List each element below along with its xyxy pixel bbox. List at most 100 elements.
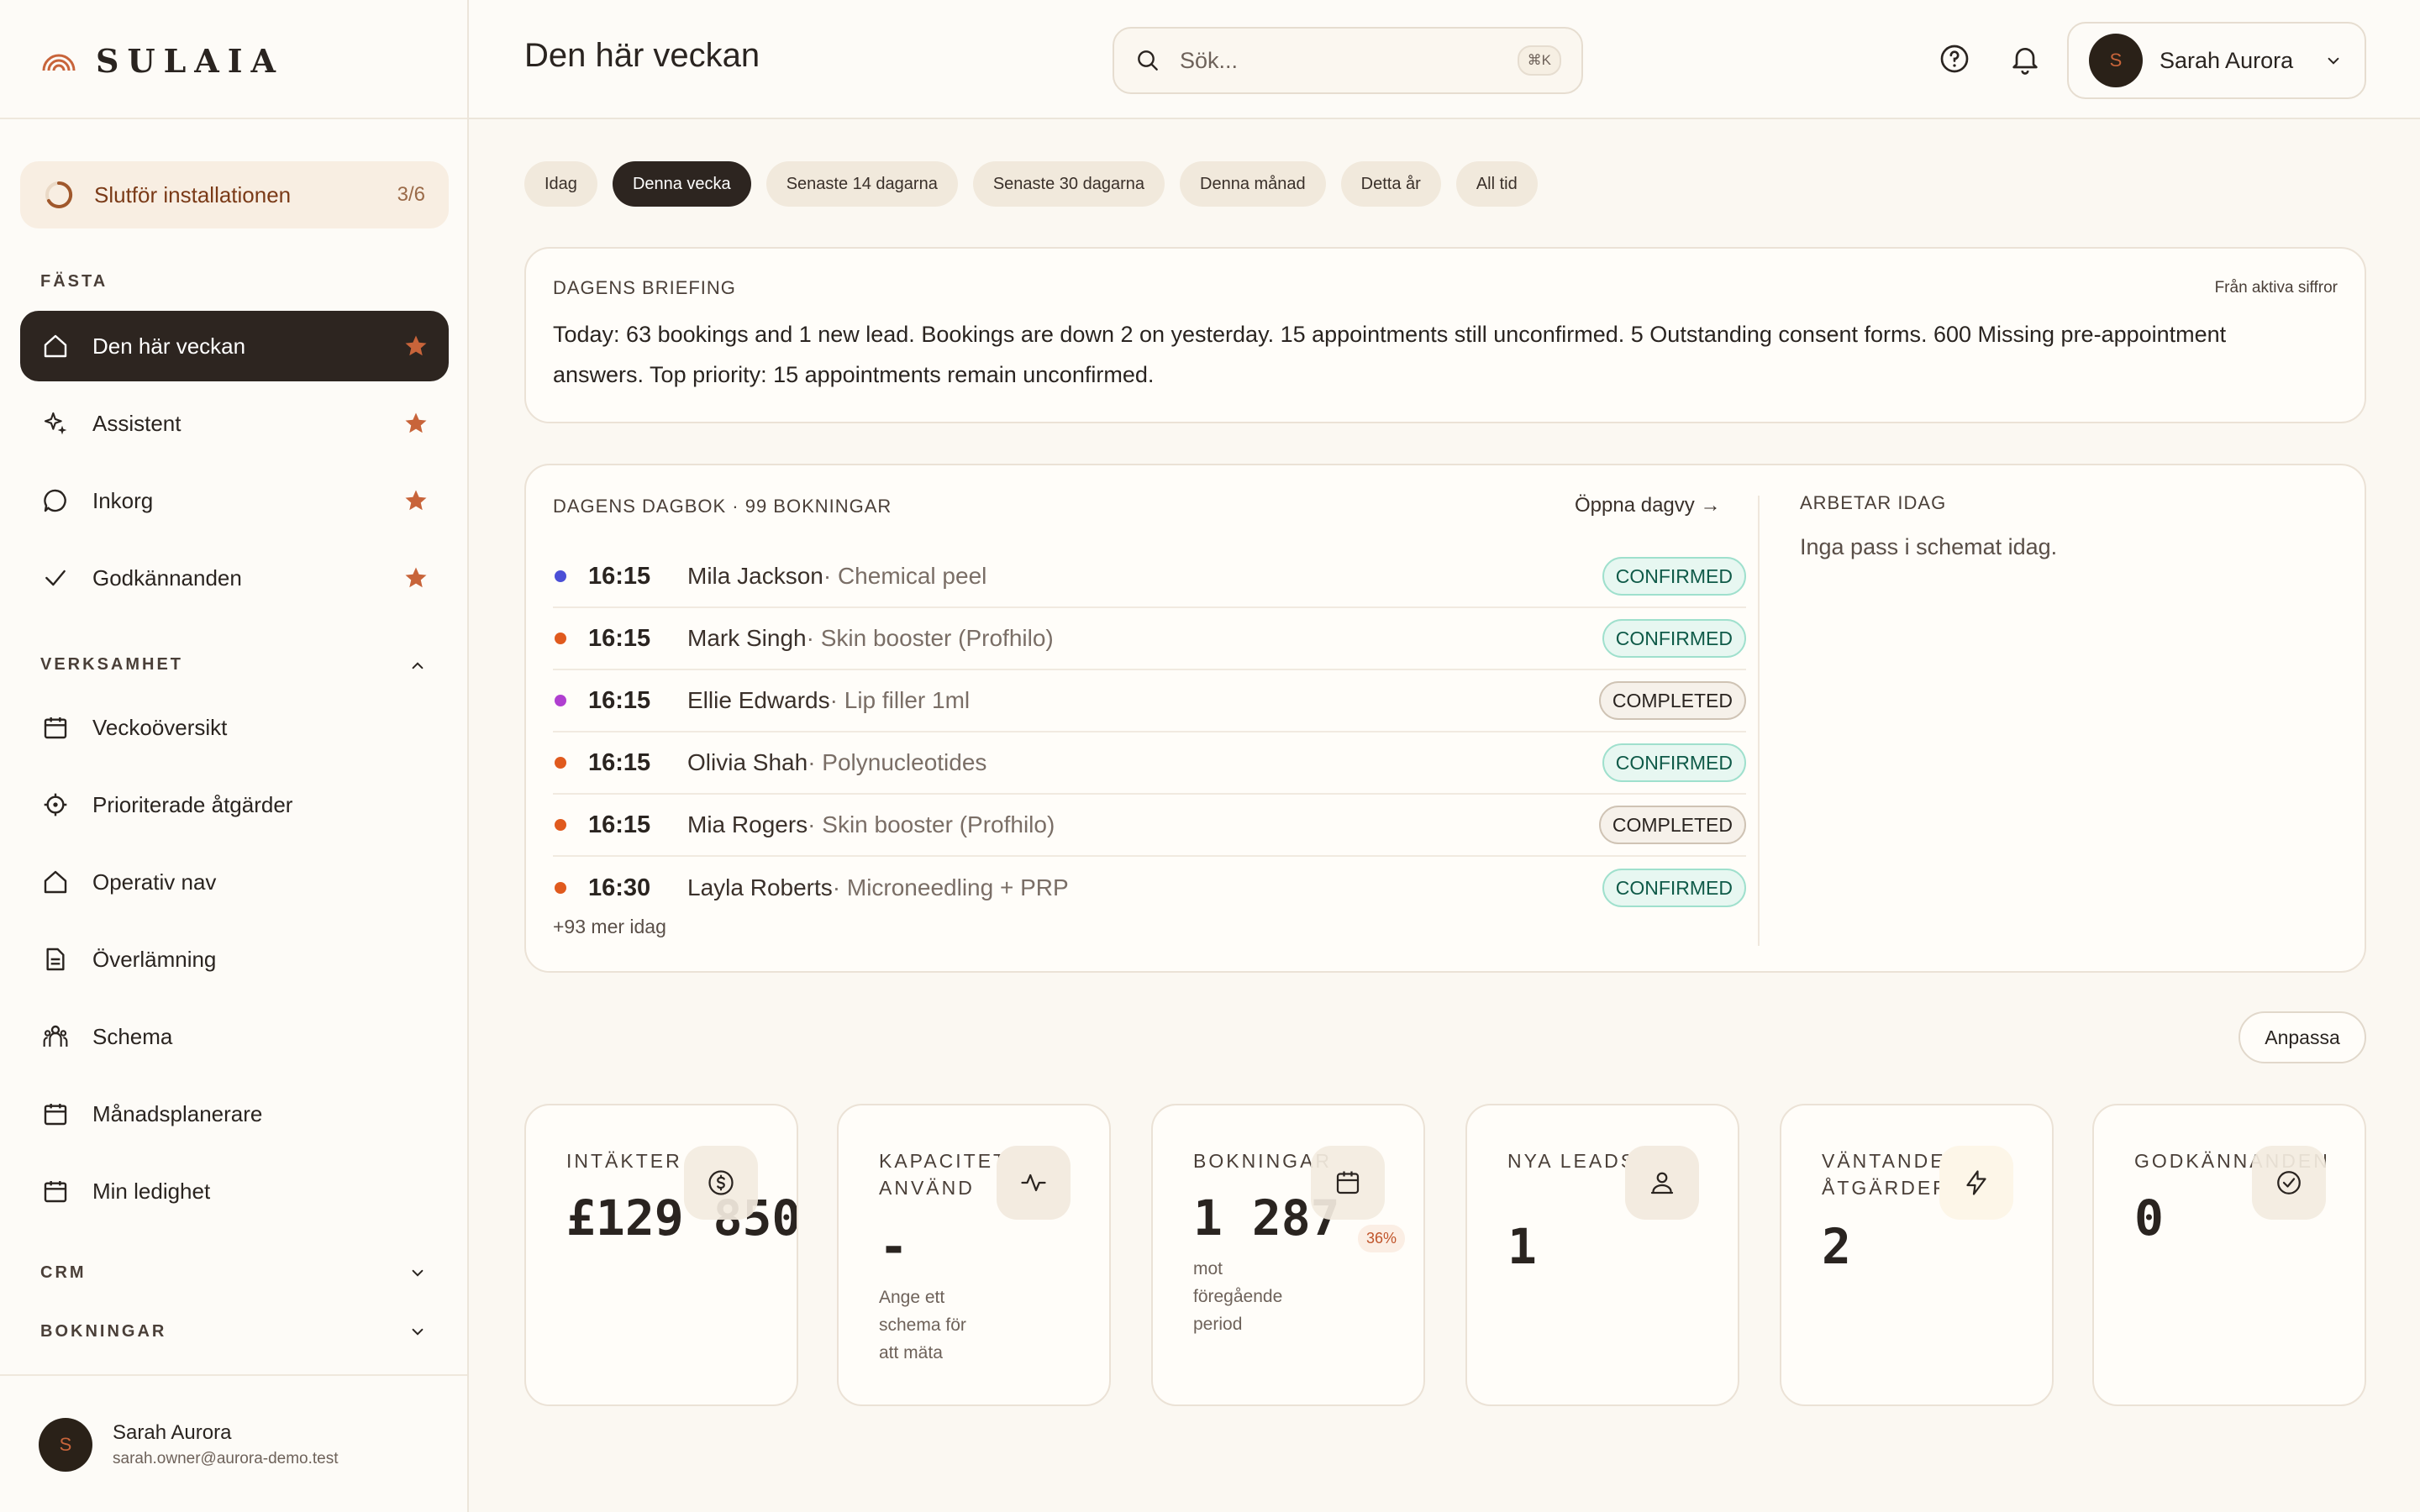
user-icon (1625, 1146, 1699, 1220)
daily-briefing-card: DAGENS BRIEFING Från aktiva siffror Toda… (524, 247, 2366, 423)
kpi-value: 1 (1507, 1218, 1537, 1275)
user-name: Sarah Aurora (113, 1421, 232, 1444)
brand-name: SULAIA (96, 42, 285, 80)
booking-client: Mila Jackson (687, 563, 823, 589)
filter-chip-this-year[interactable]: Detta år (1340, 161, 1441, 207)
sidebar-item-month-planner[interactable]: Månadsplanerare (20, 1079, 449, 1149)
kpi-subtext: Ange ett schema för att mäta (879, 1288, 966, 1362)
star-icon[interactable] (403, 333, 429, 359)
booking-row[interactable]: 16:30 Layla Roberts · Microneedling + PR… (553, 857, 1746, 919)
date-range-filters: Idag Denna vecka Senaste 14 dagarna Sena… (524, 161, 1538, 207)
sidebar-item-this-week[interactable]: Den här veckan (20, 311, 449, 381)
sidebar-item-label: Veckoöversikt (92, 714, 228, 740)
calendar-icon (1311, 1146, 1385, 1220)
sidebar-item-label: Prioriterade åtgärder (92, 791, 293, 817)
diary-heading: DAGENS DAGBOK · 99 BOKNINGAR (553, 496, 892, 517)
booking-row[interactable]: 16:15 Mila Jackson · Chemical peel CONFI… (553, 546, 1746, 608)
sidebar-item-schedule[interactable]: Schema (20, 1001, 449, 1072)
status-badge: COMPLETED (1598, 806, 1746, 844)
booking-row[interactable]: 16:15 Mia Rogers · Skin booster (Profhil… (553, 795, 1746, 857)
progress-ring-icon (45, 181, 73, 208)
open-day-view-link[interactable]: Öppna dagvy → (1575, 494, 1720, 517)
status-badge: CONFIRMED (1602, 743, 1746, 782)
sidebar-item-assistant[interactable]: Assistent (20, 388, 449, 459)
kpi-value: 2 (1822, 1218, 1851, 1275)
sidebar-item-approvals[interactable]: Godkännanden (20, 543, 449, 613)
booking-row[interactable]: 16:15 Olivia Shah · Polynucleotides CONF… (553, 732, 1746, 795)
briefing-source: Från aktiva siffror (2214, 279, 2338, 297)
customize-button[interactable]: Anpassa (2238, 1011, 2366, 1063)
user-name: Sarah Aurora (2160, 47, 2294, 73)
booking-color-dot (555, 695, 566, 706)
booking-color-dot (555, 882, 566, 894)
chat-bubble-icon (40, 486, 71, 516)
booking-client: Ellie Edwards (687, 687, 830, 713)
sidebar-item-label: Överlämning (92, 946, 217, 972)
sidebar-item-label: Inkorg (92, 487, 154, 513)
booking-time: 16:30 (588, 874, 651, 901)
sidebar-item-priority-actions[interactable]: Prioriterade åtgärder (20, 769, 449, 840)
booking-time: 16:15 (588, 624, 651, 652)
chevron-down-icon (2328, 57, 2339, 65)
kpi-card-revenue[interactable]: INTÄKTER £129 850 (524, 1104, 798, 1406)
kpi-value: 0 (2134, 1189, 2164, 1247)
check-circle-icon (2252, 1146, 2326, 1220)
booking-row[interactable]: 16:15 Mark Singh · Skin booster (Profhil… (553, 608, 1746, 670)
booking-time: 16:15 (588, 811, 651, 838)
sidebar-item-handover[interactable]: Överlämning (20, 924, 449, 995)
sparkles-icon (40, 408, 71, 438)
kpi-card-capacity[interactable]: KAPACITET ANVÄND - Ange ett schema för a… (837, 1104, 1111, 1406)
filter-chip-all-time[interactable]: All tid (1455, 161, 1538, 207)
star-icon[interactable] (403, 565, 429, 591)
brand-logo[interactable]: SULAIA (40, 42, 284, 80)
booking-client: Mia Rogers (687, 811, 808, 837)
chevron-down-icon[interactable] (407, 1320, 429, 1342)
booking-list: 16:15 Mila Jackson · Chemical peel CONFI… (553, 546, 1746, 919)
calendar-icon (40, 1099, 71, 1129)
sidebar: SULAIA Slutför installationen 3/6 FÄSTA … (0, 0, 469, 1512)
search-shortcut-badge: ⌘K (1517, 45, 1561, 76)
help-icon[interactable] (1938, 42, 1971, 76)
sidebar-item-operations-hub[interactable]: Operativ nav (20, 847, 449, 917)
search-box[interactable]: ⌘K (1113, 27, 1583, 94)
kpi-card-bookings[interactable]: BOKNINGAR 1 287 36% mot föregående perio… (1151, 1104, 1425, 1406)
sidebar-user[interactable]: S Sarah Aurora sarah.owner@aurora-demo.t… (39, 1418, 339, 1472)
filter-chip-this-month[interactable]: Denna månad (1180, 161, 1326, 207)
briefing-heading: DAGENS BRIEFING (553, 277, 736, 298)
user-menu-button[interactable]: S Sarah Aurora (2067, 22, 2366, 99)
section-label-crm[interactable]: CRM (40, 1263, 87, 1283)
booking-service: · Lip filler 1ml (829, 687, 971, 713)
bell-icon[interactable] (2008, 42, 2042, 76)
filter-chip-last-30-days[interactable]: Senaste 30 dagarna (972, 161, 1165, 207)
filter-chip-today[interactable]: Idag (524, 161, 597, 207)
setup-progress-button[interactable]: Slutför installationen 3/6 (20, 161, 449, 228)
booking-service: · Skin booster (Profhilo) (806, 625, 1054, 651)
kpi-card-new-leads[interactable]: NYA LEADS 1 (1465, 1104, 1739, 1406)
sidebar-item-inbox[interactable]: Inkorg (20, 465, 449, 536)
sidebar-item-my-leave[interactable]: Min ledighet (20, 1156, 449, 1226)
kpi-card-approvals[interactable]: GODKÄNNANDEN 0 (2092, 1104, 2366, 1406)
filter-chip-this-week[interactable]: Denna vecka (612, 161, 751, 207)
chevron-up-icon[interactable] (407, 655, 429, 677)
booking-client: Olivia Shah (687, 749, 808, 775)
search-input[interactable] (1178, 46, 1518, 75)
section-label-bookings[interactable]: BOKNINGAR (40, 1322, 166, 1341)
booking-color-dot (555, 570, 566, 582)
filter-chip-last-14-days[interactable]: Senaste 14 dagarna (765, 161, 958, 207)
status-badge: CONFIRMED (1602, 869, 1746, 907)
check-icon (40, 563, 71, 593)
chevron-down-icon[interactable] (407, 1262, 429, 1284)
booking-row[interactable]: 16:15 Ellie Edwards · Lip filler 1ml COM… (553, 670, 1746, 732)
kpi-card-pending-actions[interactable]: VÄNTANDE ÅTGÄRDER 2 (1780, 1104, 2054, 1406)
avatar: S (39, 1418, 92, 1472)
status-badge: CONFIRMED (1602, 557, 1746, 596)
dollar-icon (684, 1146, 758, 1220)
star-icon[interactable] (403, 411, 429, 436)
more-bookings-link[interactable]: +93 mer idag (553, 916, 666, 938)
working-today-text: Inga pass i schemat idag. (1800, 534, 2058, 559)
star-icon[interactable] (403, 488, 429, 513)
app: SULAIA Slutför installationen 3/6 FÄSTA … (0, 0, 2420, 1512)
sidebar-item-week-overview[interactable]: Veckoöversikt (20, 692, 449, 763)
kpi-change-badge: 36% (1358, 1225, 1406, 1252)
status-badge: CONFIRMED (1602, 619, 1746, 658)
